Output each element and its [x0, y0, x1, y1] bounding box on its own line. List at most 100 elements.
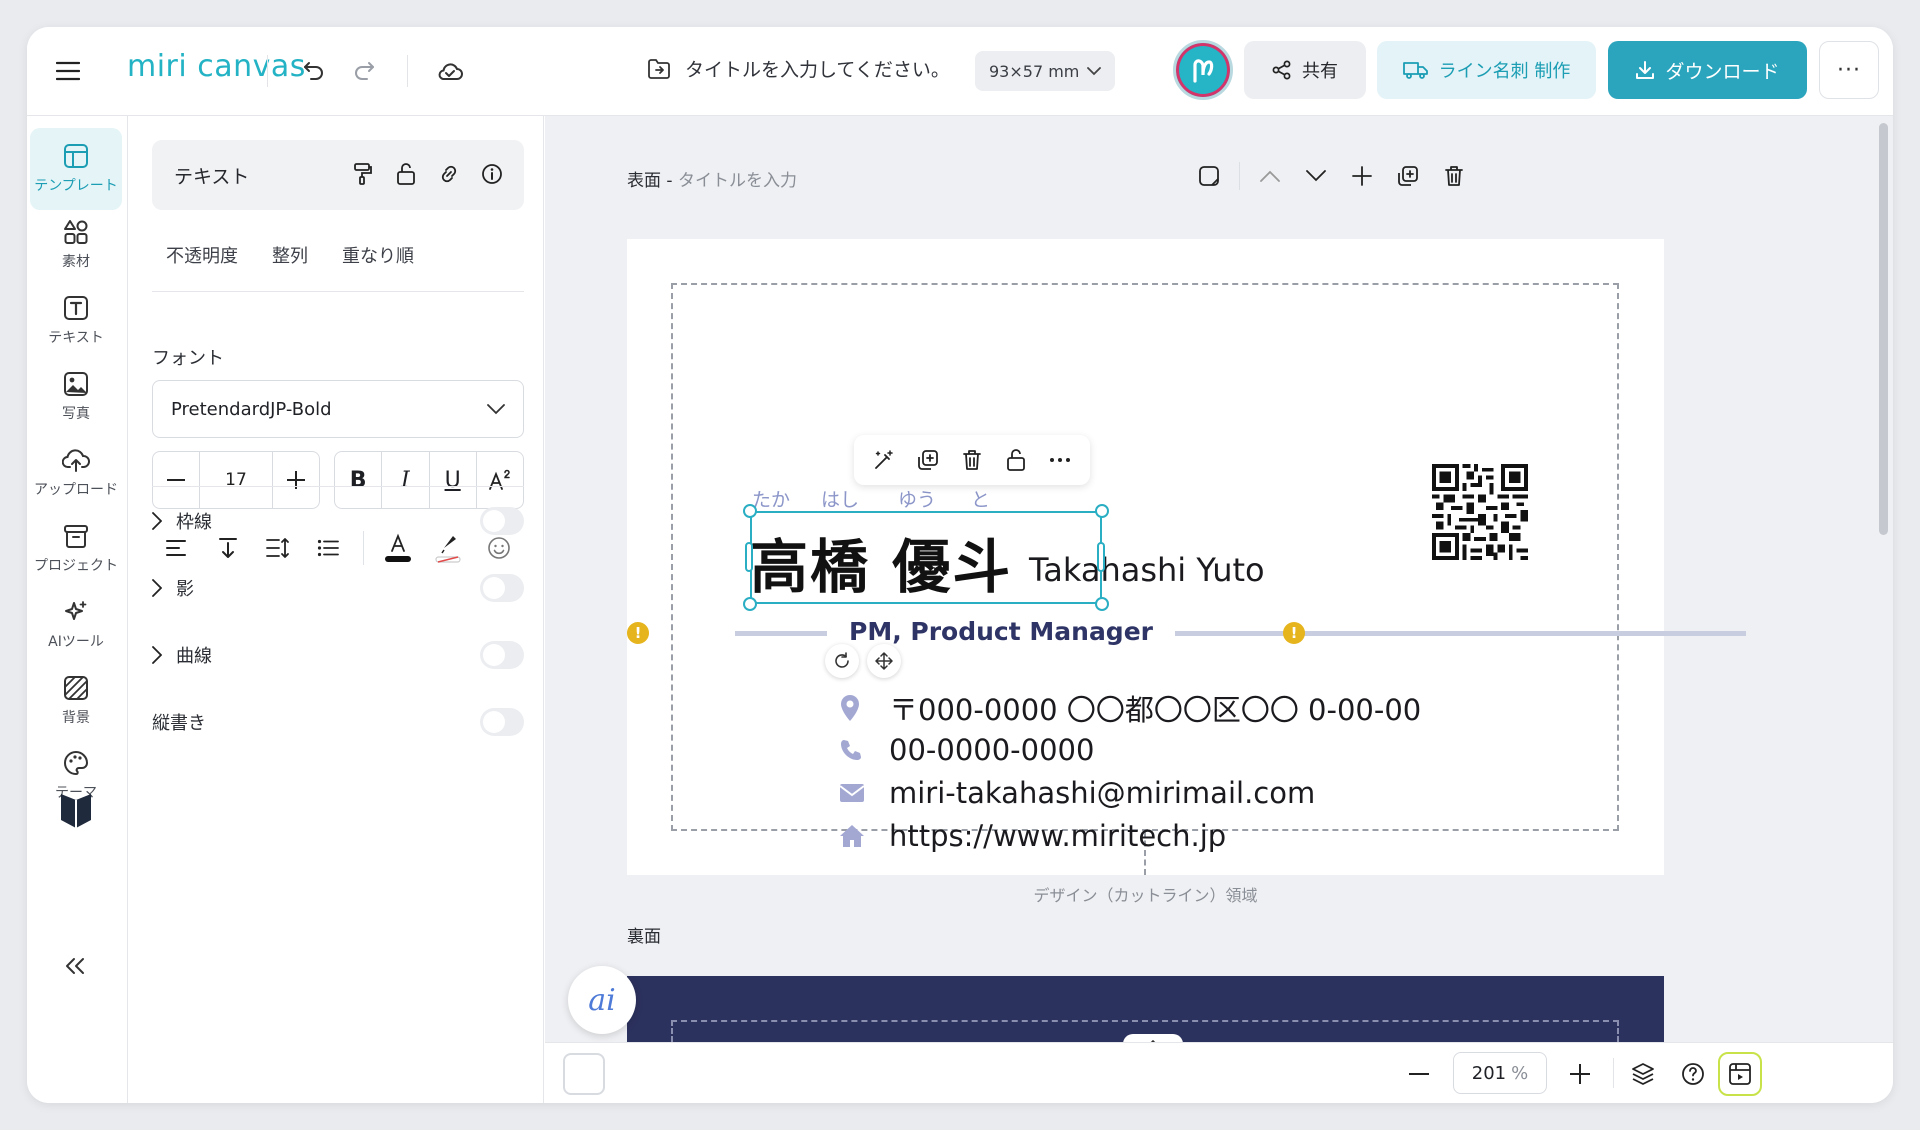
decrease-size-button[interactable]: [153, 452, 200, 508]
rail-item-upload[interactable]: アップロード: [30, 432, 122, 514]
more-button[interactable]: ···: [1819, 41, 1879, 99]
document-title[interactable]: タイトルを入力してください。: [647, 55, 950, 82]
align-left-icon[interactable]: [152, 539, 202, 557]
rail-label: アップロード: [34, 482, 118, 498]
job-title[interactable]: PM, Product Manager: [827, 617, 1175, 646]
unlock-icon[interactable]: [1000, 444, 1032, 476]
chevron-down-icon: [1087, 66, 1102, 75]
underline-button[interactable]: U: [430, 452, 477, 508]
warning-icon[interactable]: !: [627, 622, 649, 644]
rotate-icon[interactable]: [825, 644, 859, 678]
curve-switch[interactable]: [480, 641, 524, 669]
website-row[interactable]: https://www.miritech.jp: [839, 819, 1226, 853]
font-size-value[interactable]: 17: [200, 452, 272, 508]
shield-badge-icon[interactable]: [51, 788, 101, 832]
magic-wand-icon[interactable]: [868, 444, 900, 476]
avatar[interactable]: [1173, 40, 1233, 100]
warning-icon[interactable]: !: [1283, 622, 1305, 644]
link-icon[interactable]: [431, 156, 467, 192]
size-dropdown[interactable]: 93×57 mm: [975, 51, 1116, 91]
collapse-panel-icon[interactable]: [55, 948, 95, 984]
rail-item-photo[interactable]: 写真: [30, 356, 122, 438]
ai-assistant-button[interactable]: ai: [568, 966, 636, 1034]
shadow-toggle-row[interactable]: 影: [152, 568, 524, 608]
format-paint-icon[interactable]: [345, 156, 381, 192]
unlock-icon[interactable]: [388, 156, 424, 192]
bullet-list-icon[interactable]: [303, 539, 353, 557]
resize-handle[interactable]: [743, 504, 757, 518]
qr-code[interactable]: [1432, 464, 1528, 560]
rail-item-template[interactable]: テンプレート: [30, 128, 122, 210]
vertical-writing-row[interactable]: 縦書き: [152, 702, 524, 742]
chevron-down-icon[interactable]: [1300, 160, 1332, 192]
vertical-writing-label: 縦書き: [152, 713, 206, 734]
undo-icon[interactable]: [295, 53, 333, 89]
email-row[interactable]: miri-takahashi@mirimail.com: [839, 776, 1315, 810]
tab-arrange[interactable]: 重なり順: [342, 242, 414, 268]
italic-button[interactable]: I: [382, 452, 430, 508]
rail-item-background[interactable]: 背景: [30, 660, 122, 742]
duplicate-icon[interactable]: [912, 444, 944, 476]
panel-header: テキスト: [152, 140, 524, 210]
redo-icon[interactable]: [345, 53, 383, 89]
preview-icon[interactable]: [1718, 1052, 1762, 1096]
resize-handle[interactable]: [1095, 597, 1109, 611]
expand-pages-tab[interactable]: [1123, 1034, 1183, 1042]
rail-item-elements[interactable]: 素材: [30, 204, 122, 286]
zoom-out-icon[interactable]: [1402, 1057, 1436, 1091]
vertical-scrollbar[interactable]: [1875, 116, 1893, 1042]
name-furigana[interactable]: たか はし ゆう と: [752, 485, 990, 512]
logo[interactable]: miri canvas: [127, 49, 306, 84]
menu-icon[interactable]: [49, 53, 87, 89]
cloud-save-icon[interactable]: [431, 53, 469, 89]
move-icon[interactable]: [867, 644, 901, 678]
layers-icon[interactable]: [1625, 1056, 1661, 1092]
rail-item-text[interactable]: テキスト: [30, 280, 122, 362]
scroll-thumb[interactable]: [1879, 123, 1888, 535]
business-card-back[interactable]: [627, 976, 1664, 1042]
superscript-icon[interactable]: [477, 452, 523, 508]
trash-icon[interactable]: [956, 444, 988, 476]
page-thumbnail[interactable]: [563, 1053, 605, 1095]
curve-toggle-row[interactable]: 曲線: [152, 635, 524, 675]
help-icon[interactable]: [1675, 1056, 1711, 1092]
tab-align[interactable]: 整列: [272, 242, 308, 268]
resize-handle[interactable]: [743, 597, 757, 611]
info-icon[interactable]: [474, 156, 510, 192]
rail-item-ai-tools[interactable]: AIツール: [30, 584, 122, 666]
address-text: 〒000-0000 〇〇都〇〇区〇〇 0-00-00: [889, 693, 1422, 727]
delete-page-icon[interactable]: [1438, 160, 1470, 192]
side-handle[interactable]: [1097, 542, 1105, 572]
zoom-in-icon[interactable]: [1563, 1057, 1597, 1091]
front-side-title[interactable]: 表面 - タイトルを入力: [627, 166, 797, 191]
sparkle-icon: [65, 601, 87, 620]
rail-item-project[interactable]: プロジェクト: [30, 508, 122, 590]
line-card-button[interactable]: ライン名刺 制作: [1377, 41, 1596, 99]
rail-label: 背景: [62, 710, 90, 726]
side-handle[interactable]: [745, 542, 753, 572]
more-options-icon[interactable]: [1044, 444, 1076, 476]
chevron-up-icon[interactable]: [1254, 160, 1286, 192]
zoom-level[interactable]: 201 %: [1453, 1052, 1547, 1094]
phone-text: 00-0000-0000: [889, 733, 1095, 767]
increase-size-button[interactable]: [272, 452, 319, 508]
bold-button[interactable]: B: [335, 452, 383, 508]
border-switch[interactable]: [480, 507, 524, 535]
download-button[interactable]: ダウンロード: [1608, 41, 1807, 99]
front-title-placeholder[interactable]: タイトルを入力: [678, 171, 797, 191]
resize-handle[interactable]: [1095, 504, 1109, 518]
selection-box[interactable]: [750, 511, 1102, 604]
share-button[interactable]: 共有: [1244, 41, 1366, 99]
duplicate-page-icon[interactable]: [1392, 160, 1424, 192]
address-row[interactable]: 〒000-0000 〇〇都〇〇区〇〇 0-00-00: [839, 687, 1421, 729]
border-toggle-row[interactable]: 枠線: [152, 501, 524, 541]
vertical-writing-switch[interactable]: [480, 708, 524, 736]
shadow-switch[interactable]: [480, 574, 524, 602]
rail-label: テキスト: [48, 330, 104, 346]
tab-opacity[interactable]: 不透明度: [166, 242, 238, 268]
page-background-icon[interactable]: [1193, 160, 1225, 192]
phone-row[interactable]: 00-0000-0000: [839, 733, 1094, 767]
business-card-front[interactable]: たか はし ゆう と 高橋 優斗 Takahashi Yuto ! ! PM, …: [627, 239, 1746, 905]
font-family-select[interactable]: PretendardJP-Bold: [152, 380, 524, 438]
add-page-icon[interactable]: [1346, 160, 1378, 192]
